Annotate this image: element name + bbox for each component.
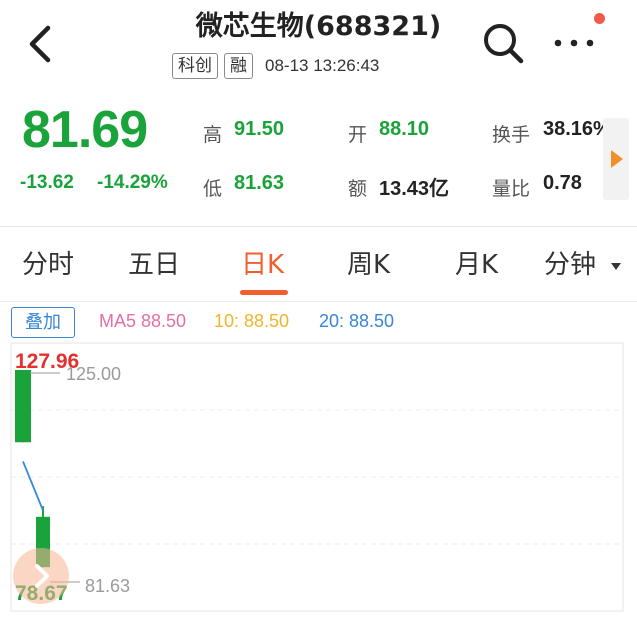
candle-body	[15, 370, 31, 443]
star-market-badge: 科创	[172, 53, 218, 79]
floating-action-button[interactable]	[13, 548, 69, 604]
overlay-button[interactable]: 叠加	[11, 307, 75, 338]
tab-five-day[interactable]: 五日	[128, 244, 180, 281]
low-label: 低	[203, 178, 223, 200]
tab-daily-k[interactable]: 日K	[241, 244, 284, 281]
more-dots-icon	[554, 39, 594, 47]
page-title: 微芯生物(688321)	[195, 11, 442, 42]
stock-badges: 科创 融 08-13 13:26:43	[172, 53, 379, 79]
search-icon	[484, 24, 524, 64]
tab-minute[interactable]: 分钟	[544, 244, 622, 281]
tab-intraday[interactable]: 分时	[22, 244, 74, 281]
current-price: 81.69	[22, 101, 148, 159]
low-value: 81.63	[234, 172, 285, 194]
price-change-pct: -14.29%	[97, 172, 168, 193]
high-label: 高	[203, 124, 223, 146]
turnover-label: 换手	[492, 124, 531, 146]
high-value: 91.50	[234, 118, 285, 140]
open-value: 88.10	[379, 118, 430, 140]
margin-badge: 融	[224, 53, 253, 79]
caret-down-icon	[611, 262, 622, 270]
amount-value: 13.43亿	[379, 178, 450, 200]
search-button[interactable]	[482, 22, 524, 64]
more-button[interactable]	[552, 28, 598, 58]
volume-ratio-value: 0.78	[543, 172, 582, 194]
ma-line	[22, 461, 44, 511]
ref-top-label: 125.00	[66, 364, 121, 384]
ma20-value: 20: 88.50	[319, 311, 395, 331]
candlestick-chart[interactable]: 127.96125.0081.6378.67	[0, 340, 637, 626]
divider	[0, 226, 637, 227]
price-change: -13.62	[20, 172, 74, 193]
open-label: 开	[348, 124, 368, 146]
volume-ratio-label: 量比	[492, 178, 531, 200]
notification-dot	[594, 13, 605, 24]
play-arrow-icon	[611, 150, 623, 168]
divider	[0, 301, 637, 302]
tab-minute-label: 分钟	[544, 250, 597, 280]
ref-bottom-label: 81.63	[85, 576, 130, 596]
chevron-right-icon	[35, 564, 49, 588]
turnover-value: 38.16%	[543, 118, 611, 140]
active-tab-indicator	[240, 290, 288, 295]
amount-label: 额	[348, 178, 368, 200]
quote-timestamp: 08-13 13:26:43	[265, 56, 380, 75]
tab-monthly-k[interactable]: 月K	[455, 244, 498, 281]
tab-weekly-k[interactable]: 周K	[347, 244, 390, 281]
ma5-value: MA5 88.50	[99, 311, 187, 331]
ma10-value: 10: 88.50	[214, 311, 290, 331]
expand-panel-button[interactable]	[603, 118, 629, 200]
